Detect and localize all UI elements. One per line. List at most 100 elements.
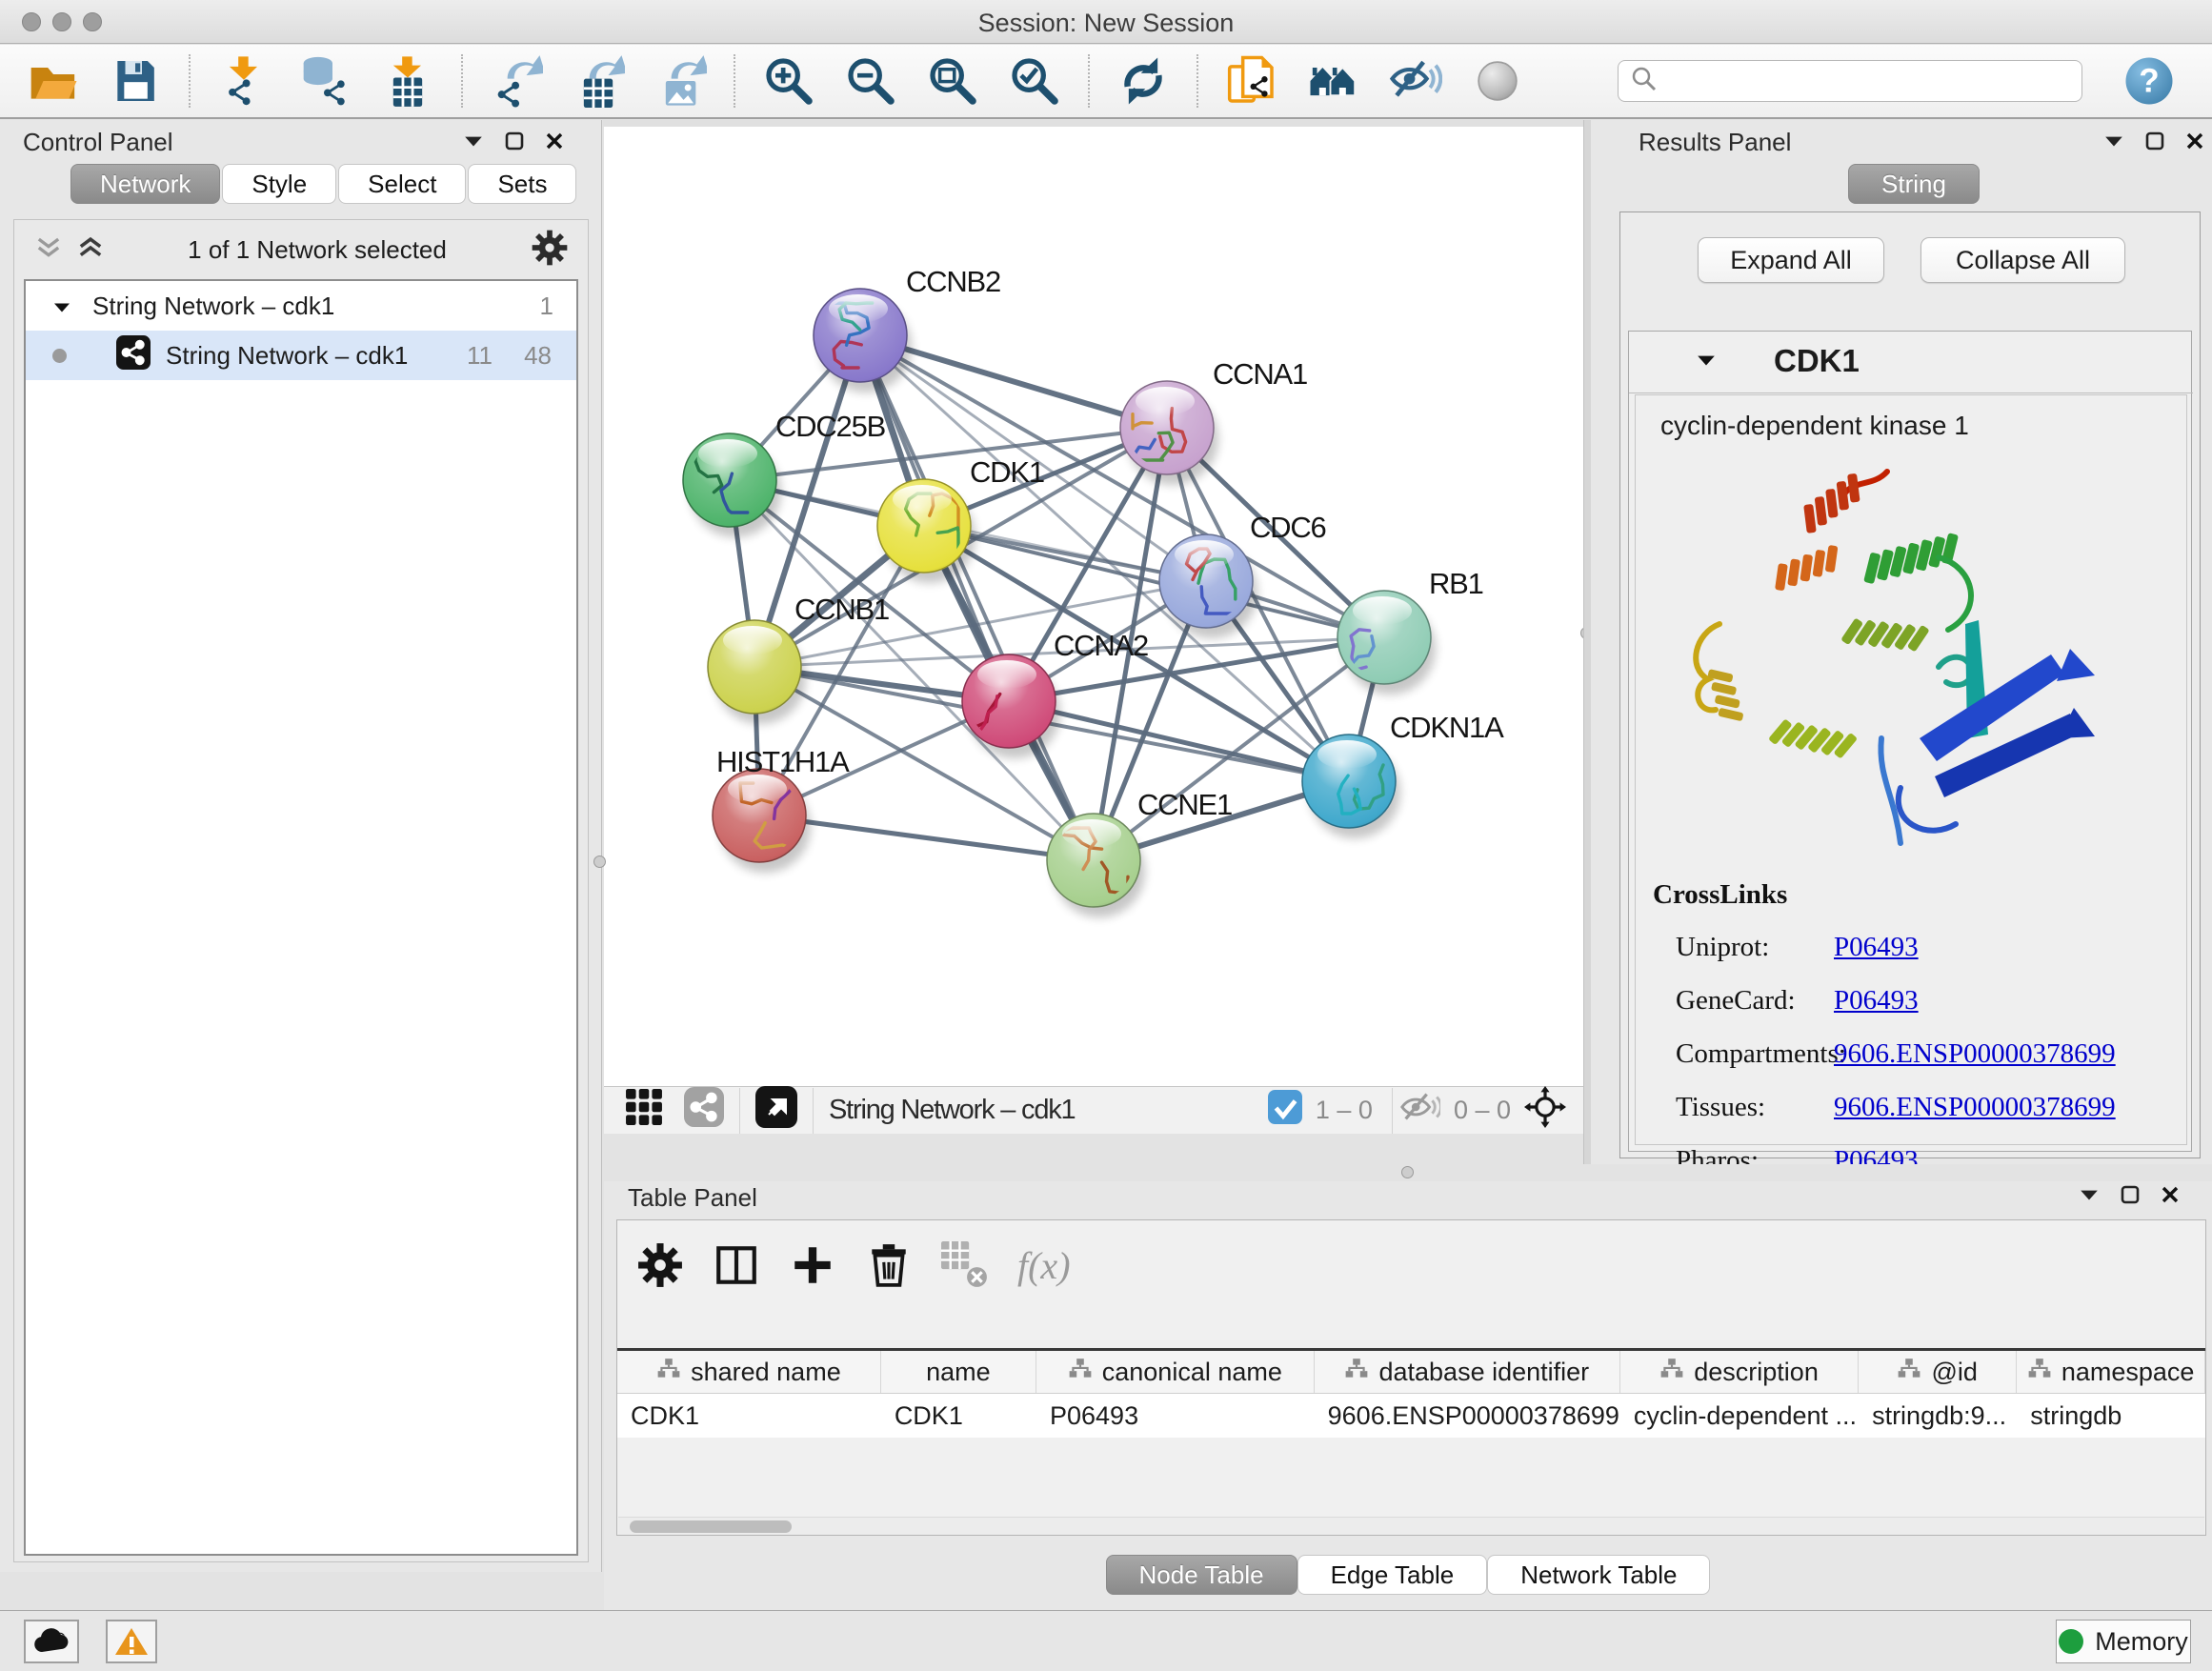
left-splitter-handle[interactable] bbox=[593, 856, 606, 868]
settings-gear-icon[interactable] bbox=[636, 1241, 684, 1289]
fit-content-crosshair-icon[interactable] bbox=[1524, 1086, 1566, 1135]
clone-network-icon[interactable] bbox=[1225, 54, 1278, 108]
crosslink-row: Compartments:9606.ENSP00000378699 bbox=[1653, 1038, 2177, 1070]
delete-rows-icon[interactable] bbox=[865, 1241, 913, 1289]
network-collection-row[interactable]: String Network – cdk1 1 bbox=[26, 281, 576, 331]
network-node-HIST1H1A[interactable]: HIST1H1A bbox=[713, 745, 850, 873]
collapse-all-icon[interactable] bbox=[35, 235, 62, 265]
network-node-CDC6[interactable]: CDC6 bbox=[1159, 511, 1326, 638]
expand-all-button[interactable]: Expand All bbox=[1698, 237, 1884, 283]
import-table-icon[interactable] bbox=[381, 54, 434, 108]
float-panel-icon[interactable] bbox=[505, 131, 524, 155]
tab-sets[interactable]: Sets bbox=[468, 164, 576, 204]
network-options-gear-icon[interactable] bbox=[531, 229, 569, 272]
panel-menu-icon[interactable] bbox=[2103, 133, 2124, 153]
crosslink-link[interactable]: P06493 bbox=[1834, 985, 1919, 1016]
crosslink-link[interactable]: 9606.ENSP00000378699 bbox=[1834, 1038, 2116, 1069]
network-share-view-icon[interactable] bbox=[684, 1087, 724, 1134]
save-session-icon[interactable] bbox=[109, 54, 162, 108]
cdk1-result-section: CDK1 cyclin-dependent kinase 1 CrossLink… bbox=[1628, 331, 2192, 1152]
bottom-splitter-handle[interactable] bbox=[1401, 1166, 1414, 1178]
export-image-icon[interactable] bbox=[654, 54, 707, 108]
hidden-eye-icon[interactable] bbox=[1398, 1088, 1440, 1133]
columns-icon[interactable] bbox=[713, 1241, 760, 1289]
gene-symbol: CDK1 bbox=[1774, 343, 1860, 379]
tab-network[interactable]: Network bbox=[70, 164, 220, 204]
zoom-selected-icon[interactable] bbox=[1008, 54, 1061, 108]
node-label-HIST1H1A: HIST1H1A bbox=[716, 745, 850, 778]
automation-cloud-button[interactable] bbox=[24, 1620, 79, 1663]
column-header-name[interactable]: name bbox=[881, 1351, 1036, 1393]
session-home-icon[interactable] bbox=[1307, 54, 1360, 108]
crosslink-link[interactable]: 9606.ENSP00000378699 bbox=[1834, 1092, 2116, 1122]
network-node-CCNB2[interactable]: CCNB2 bbox=[814, 265, 1000, 393]
zoom-in-icon[interactable] bbox=[762, 54, 815, 108]
network-node-CCNB1[interactable]: CCNB1 bbox=[708, 593, 889, 724]
network-node-CDK1[interactable]: CDK1 bbox=[877, 455, 1044, 583]
close-panel-icon[interactable] bbox=[545, 131, 564, 155]
tab-edge-table[interactable]: Edge Table bbox=[1297, 1555, 1488, 1595]
column-header-description[interactable]: description bbox=[1620, 1351, 1859, 1393]
node-label-CDKN1A: CDKN1A bbox=[1390, 711, 1504, 744]
memory-button[interactable]: Memory bbox=[2056, 1620, 2191, 1663]
network-node-CCNA1[interactable]: CCNA1 bbox=[1120, 357, 1307, 485]
close-panel-icon[interactable] bbox=[2161, 1185, 2180, 1209]
tab-string[interactable]: String bbox=[1848, 164, 1980, 204]
collapse-all-button[interactable]: Collapse All bbox=[1920, 237, 2125, 283]
column-header-database-identifier[interactable]: database identifier bbox=[1315, 1351, 1620, 1393]
network-node-CCNE1[interactable]: CCNE1 bbox=[1047, 788, 1232, 917]
table-row[interactable]: CDK1CDK1P064939606.ENSP00000378699cyclin… bbox=[617, 1394, 2205, 1438]
float-panel-icon[interactable] bbox=[2121, 1185, 2140, 1209]
table-horizontal-scrollbar[interactable] bbox=[618, 1517, 2204, 1535]
column-header-namespace[interactable]: namespace bbox=[2017, 1351, 2205, 1393]
add-row-icon[interactable] bbox=[789, 1241, 836, 1289]
export-table-icon[interactable] bbox=[572, 54, 625, 108]
network-view-toolbar: String Network – cdk1 1 – 0 0 – 0 bbox=[604, 1086, 1583, 1134]
panel-menu-icon[interactable] bbox=[2079, 1187, 2100, 1207]
network-tree: String Network – cdk1 1 String Network –… bbox=[24, 279, 578, 1556]
detach-view-icon[interactable] bbox=[755, 1086, 797, 1135]
refresh-network-icon[interactable] bbox=[1116, 54, 1170, 108]
crosslink-link[interactable]: P06493 bbox=[1834, 932, 1919, 962]
tab-network-table[interactable]: Network Table bbox=[1487, 1555, 1710, 1595]
tab-node-table[interactable]: Node Table bbox=[1106, 1555, 1297, 1595]
function-builder-icon[interactable]: f(x) bbox=[1017, 1243, 1071, 1288]
network-node-CDKN1A[interactable]: CDKN1A bbox=[1302, 711, 1504, 838]
hide-panels-icon[interactable] bbox=[1389, 54, 1442, 108]
selected-checkbox-icon[interactable] bbox=[1268, 1090, 1302, 1131]
results-panel: Results Panel String Expand All Collapse… bbox=[1591, 120, 2212, 1164]
warnings-button[interactable] bbox=[106, 1620, 157, 1663]
import-database-icon[interactable] bbox=[299, 54, 352, 108]
network-manager: 1 of 1 Network selected String Network –… bbox=[13, 219, 589, 1562]
float-panel-icon[interactable] bbox=[2145, 131, 2164, 155]
tab-select[interactable]: Select bbox=[338, 164, 466, 204]
help-icon[interactable]: ? bbox=[2122, 54, 2176, 108]
presentation-mode-icon[interactable] bbox=[1471, 54, 1524, 108]
search-box[interactable] bbox=[1618, 60, 2082, 102]
zoom-out-icon[interactable] bbox=[844, 54, 897, 108]
import-network-icon[interactable] bbox=[217, 54, 271, 108]
collection-expand-icon[interactable] bbox=[52, 292, 71, 321]
zoom-fit-icon[interactable] bbox=[926, 54, 979, 108]
grid-view-icon[interactable] bbox=[625, 1088, 663, 1133]
open-session-icon[interactable] bbox=[27, 54, 80, 108]
search-input[interactable] bbox=[1659, 62, 2081, 100]
expand-all-icon[interactable] bbox=[77, 235, 104, 265]
column-header-shared-name[interactable]: shared name bbox=[617, 1351, 881, 1393]
network-canvas[interactable]: CCNB2CCNA1CDC25BCDK1CDC6RB1CCNB1CCNA2CDK… bbox=[604, 127, 1583, 1086]
network-node-RB1[interactable]: RB1 bbox=[1337, 567, 1483, 695]
section-collapse-icon[interactable] bbox=[1696, 352, 1717, 372]
network-row-selected[interactable]: String Network – cdk1 11 48 bbox=[26, 331, 576, 380]
panel-menu-icon[interactable] bbox=[463, 133, 484, 153]
crosslink-row: Uniprot:P06493 bbox=[1653, 932, 2177, 963]
column-header-canonical-name[interactable]: canonical name bbox=[1036, 1351, 1315, 1393]
collection-count: 1 bbox=[540, 292, 553, 321]
clear-table-icon[interactable] bbox=[941, 1241, 989, 1289]
export-network-icon[interactable] bbox=[490, 54, 543, 108]
hierarchy-icon bbox=[1659, 1357, 1684, 1388]
close-panel-icon[interactable] bbox=[2185, 131, 2204, 155]
tab-style[interactable]: Style bbox=[222, 164, 336, 204]
network-edge-CCNB2-CCNE1[interactable] bbox=[860, 335, 1094, 860]
scrollbar-thumb[interactable] bbox=[630, 1520, 792, 1533]
column-header--id[interactable]: @id bbox=[1859, 1351, 2017, 1393]
